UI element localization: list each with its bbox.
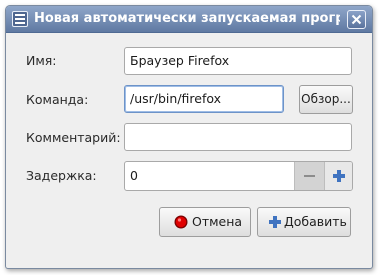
- delay-label: Задержка:: [26, 168, 97, 183]
- plus-icon: [333, 170, 345, 182]
- delay-spinbox: 0: [124, 161, 353, 191]
- cancel-icon: [174, 215, 188, 229]
- comment-field[interactable]: [124, 123, 352, 151]
- close-button[interactable]: [347, 10, 366, 29]
- comment-label: Комментарий:: [26, 130, 121, 145]
- delay-input[interactable]: 0: [130, 162, 290, 190]
- delay-decrement-button[interactable]: [294, 162, 324, 190]
- cancel-button[interactable]: Отмена: [159, 207, 251, 237]
- window-app-icon[interactable]: [12, 11, 28, 27]
- minus-icon: [304, 175, 315, 177]
- browse-button[interactable]: Обзор...: [299, 85, 353, 114]
- command-field[interactable]: /usr/bin/firefox: [124, 85, 284, 113]
- delay-increment-button[interactable]: [324, 162, 352, 190]
- add-label: Добавить: [284, 214, 347, 229]
- name-field[interactable]: Браузер Firefox: [124, 47, 352, 75]
- close-icon: [351, 14, 362, 25]
- cancel-label: Отмена: [192, 214, 243, 229]
- titlebar[interactable]: Новая автоматически запускаемая програ: [6, 6, 372, 33]
- plus-icon: [268, 215, 282, 229]
- window-title: Новая автоматически запускаемая програ: [34, 11, 340, 26]
- add-startup-program-dialog: Новая автоматически запускаемая програ И…: [5, 5, 373, 269]
- add-button[interactable]: Добавить: [257, 207, 351, 237]
- command-label: Команда:: [26, 92, 89, 107]
- name-label: Имя:: [26, 53, 57, 68]
